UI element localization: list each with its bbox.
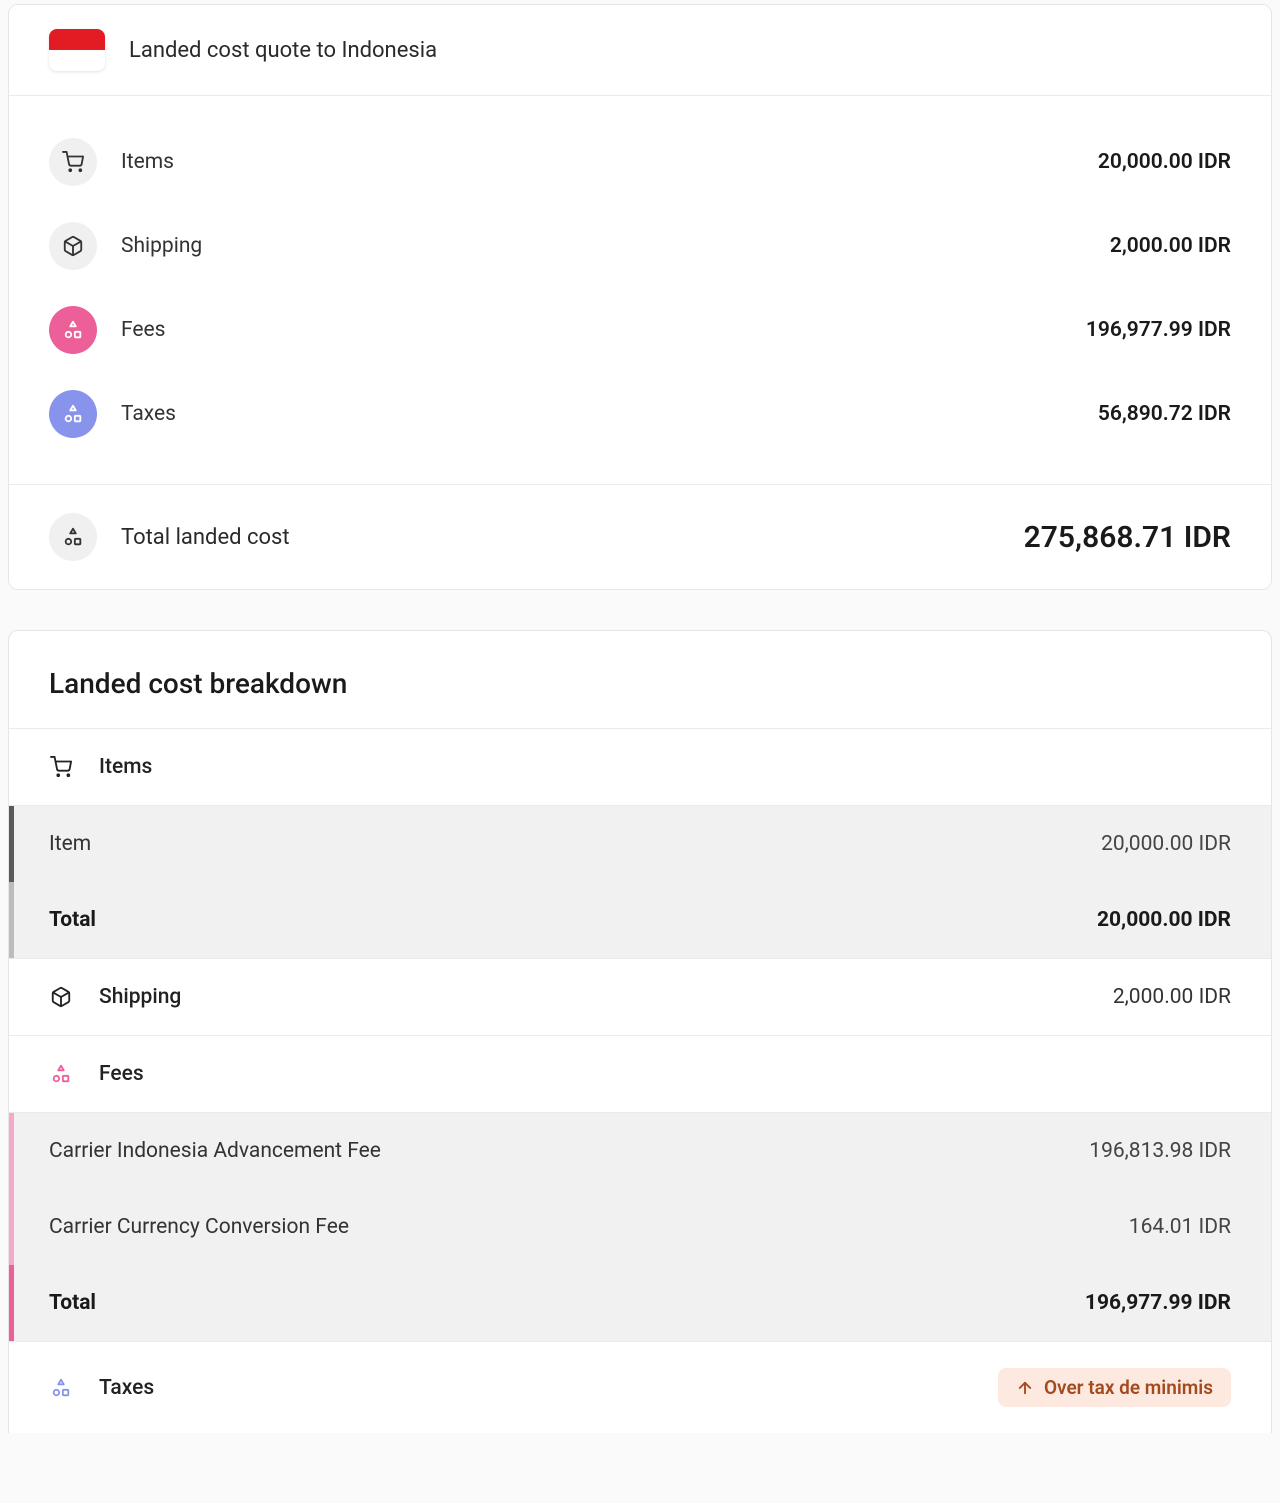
box-icon <box>49 985 73 1009</box>
line-label: Item <box>49 832 91 856</box>
de-minimis-badge: Over tax de minimis <box>998 1368 1231 1407</box>
breakdown-line-fee: Carrier Indonesia Advancement Fee 196,81… <box>9 1113 1271 1189</box>
summary-row-fees: Fees 196,977.99 IDR <box>49 288 1231 372</box>
summary-label: Items <box>121 150 174 174</box>
quote-title: Landed cost quote to Indonesia <box>129 38 437 63</box>
shapes-icon <box>49 1062 73 1086</box>
summary-row-taxes: Taxes 56,890.72 IDR <box>49 372 1231 456</box>
line-label: Total <box>49 1291 96 1315</box>
section-heading: Fees <box>99 1062 144 1086</box>
line-label: Carrier Indonesia Advancement Fee <box>49 1139 381 1163</box>
fees-subblock: Carrier Indonesia Advancement Fee 196,81… <box>9 1113 1271 1342</box>
summary-value: 196,977.99 IDR <box>1086 318 1231 342</box>
quote-header: Landed cost quote to Indonesia <box>9 5 1271 96</box>
shapes-icon <box>49 306 97 354</box>
breakdown-section-items[interactable]: Items <box>9 729 1271 806</box>
section-value: 2,000.00 IDR <box>1113 985 1231 1009</box>
arrow-up-icon <box>1016 1379 1034 1397</box>
section-heading: Items <box>99 755 152 779</box>
items-subblock: Item 20,000.00 IDR Total 20,000.00 IDR <box>9 806 1271 959</box>
cart-icon <box>49 755 73 779</box>
summary-label: Taxes <box>121 402 176 426</box>
box-icon <box>49 222 97 270</box>
line-value: 20,000.00 IDR <box>1097 908 1231 932</box>
breakdown-title: Landed cost breakdown <box>49 667 1231 700</box>
breakdown-section-shipping[interactable]: Shipping 2,000.00 IDR <box>9 959 1271 1036</box>
summary-row-items: Items 20,000.00 IDR <box>49 120 1231 204</box>
summary-label: Fees <box>121 318 166 342</box>
quote-summary: Items 20,000.00 IDR Shipping 2,000.00 ID… <box>9 96 1271 484</box>
summary-row-shipping: Shipping 2,000.00 IDR <box>49 204 1231 288</box>
line-value: 164.01 IDR <box>1129 1215 1231 1239</box>
line-value: 196,813.98 IDR <box>1089 1139 1231 1163</box>
line-label: Carrier Currency Conversion Fee <box>49 1215 349 1239</box>
cart-icon <box>49 138 97 186</box>
shapes-icon <box>49 1376 73 1400</box>
breakdown-section-fees[interactable]: Fees <box>9 1036 1271 1113</box>
summary-value: 56,890.72 IDR <box>1098 402 1231 426</box>
breakdown-section-taxes[interactable]: Taxes Over tax de minimis <box>9 1342 1271 1433</box>
summary-label: Shipping <box>121 234 202 258</box>
breakdown-line-fees-total: Total 196,977.99 IDR <box>9 1265 1271 1341</box>
quote-card: Landed cost quote to Indonesia Items 20,… <box>8 4 1272 590</box>
line-label: Total <box>49 908 96 932</box>
section-heading: Taxes <box>99 1376 154 1400</box>
flag-indonesia-icon <box>49 29 105 71</box>
total-label: Total landed cost <box>121 525 290 550</box>
breakdown-card: Landed cost breakdown Items Item 20,000.… <box>8 630 1272 1433</box>
line-value: 196,977.99 IDR <box>1085 1291 1231 1315</box>
summary-value: 20,000.00 IDR <box>1098 150 1231 174</box>
summary-value: 2,000.00 IDR <box>1110 234 1231 258</box>
breakdown-line-items-total: Total 20,000.00 IDR <box>9 882 1271 958</box>
breakdown-header: Landed cost breakdown <box>9 631 1271 729</box>
quote-footer: Total landed cost 275,868.71 IDR <box>9 484 1271 589</box>
shapes-icon <box>49 513 97 561</box>
line-value: 20,000.00 IDR <box>1101 832 1231 856</box>
breakdown-line-fee: Carrier Currency Conversion Fee 164.01 I… <box>9 1189 1271 1265</box>
badge-label: Over tax de minimis <box>1044 1376 1213 1399</box>
total-value: 275,868.71 IDR <box>1024 520 1231 555</box>
shapes-icon <box>49 390 97 438</box>
section-heading: Shipping <box>99 985 181 1009</box>
breakdown-line-item: Item 20,000.00 IDR <box>9 806 1271 882</box>
